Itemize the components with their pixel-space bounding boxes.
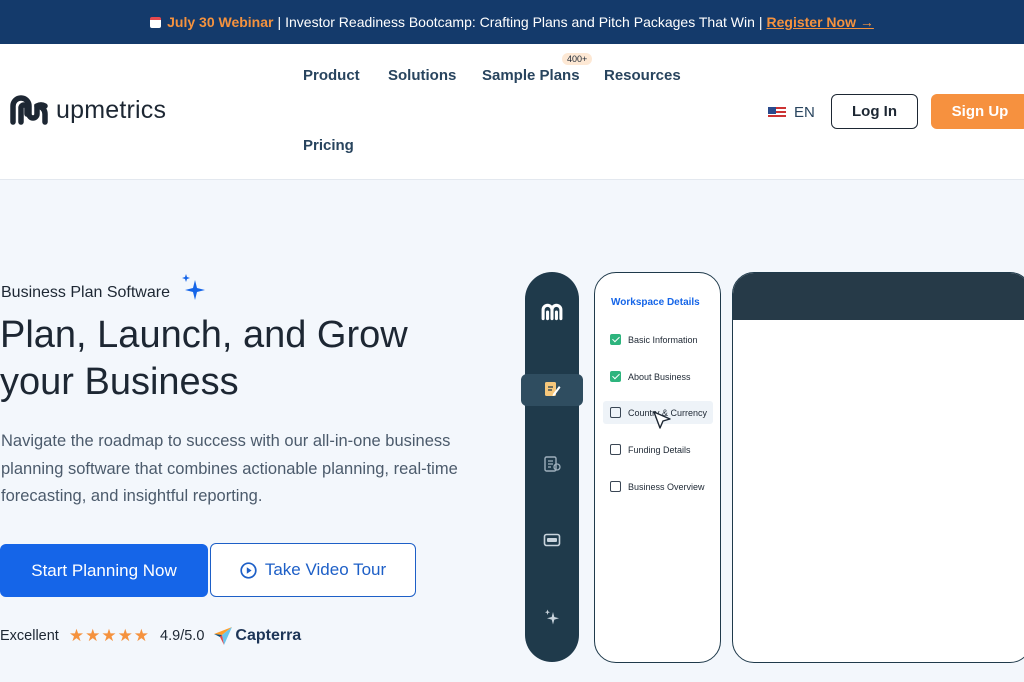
sparkle-icon (182, 274, 205, 300)
app-sidebar-rail (521, 272, 583, 662)
step-about-business[interactable]: About Business (610, 371, 691, 382)
rail-item-ai[interactable] (525, 609, 579, 625)
step-business-overview[interactable]: Business Overview (610, 481, 705, 492)
nav-product[interactable]: Product (303, 67, 360, 84)
capterra-text: Capterra (235, 627, 302, 644)
register-now-link[interactable]: Register Now → (767, 14, 874, 30)
announcement-text: Investor Readiness Bootcamp: Crafting Pl… (285, 14, 755, 30)
card-icon (543, 533, 561, 547)
nav-sample-plans[interactable]: Sample Plans (482, 67, 580, 84)
language-label: EN (794, 104, 815, 121)
rating-label: Excellent (0, 628, 59, 644)
calendar-icon (150, 16, 162, 28)
signup-button[interactable]: Sign Up (931, 94, 1024, 129)
checkbox-empty-icon (610, 444, 621, 455)
announcement-date: July 30 Webinar (167, 14, 274, 30)
mouse-cursor-icon (653, 411, 671, 429)
rail-item-documents[interactable] (525, 455, 579, 473)
start-planning-button[interactable]: Start Planning Now (0, 544, 208, 597)
nav-solutions[interactable]: Solutions (388, 67, 456, 84)
step-label: Funding Details (628, 444, 691, 455)
hero-title: Plan, Launch, and Grow your Business (0, 314, 408, 403)
workspace-details-panel: Workspace Details Basic Information Abou… (594, 272, 721, 663)
us-flag-icon (768, 106, 786, 119)
rail-logo (525, 302, 579, 322)
editor-preview-panel (732, 272, 1024, 663)
logo[interactable]: upmetrics (8, 92, 166, 128)
sample-plans-badge: 400+ (562, 53, 593, 65)
edit-document-icon (545, 382, 561, 396)
rail-item-cards[interactable] (525, 532, 579, 548)
play-circle-icon (240, 561, 257, 579)
video-tour-label: Take Video Tour (264, 560, 387, 579)
nav-pricing[interactable]: Pricing (303, 137, 354, 154)
checkbox-checked-icon (610, 334, 621, 345)
panel-title: Workspace Details (611, 297, 700, 308)
step-label: About Business (628, 371, 691, 382)
capterra-icon (214, 627, 233, 645)
hero-description: Navigate the roadmap to success with our… (1, 432, 458, 505)
rating-row: Excellent ★★★★★ 4.9/5.0 Capterra (0, 626, 301, 646)
upmetrics-logo-icon (541, 303, 563, 321)
capterra-logo[interactable]: Capterra (214, 627, 301, 645)
editor-preview-header (733, 273, 1024, 320)
login-button[interactable]: Log In (831, 94, 918, 129)
rating-value: 4.9/5.0 (160, 628, 205, 644)
step-label: Business Overview (628, 481, 705, 492)
step-basic-information[interactable]: Basic Information (610, 334, 698, 345)
checkbox-checked-icon (610, 371, 621, 382)
document-list-icon (544, 456, 561, 472)
video-tour-button[interactable]: Take Video Tour (210, 543, 416, 597)
hero-eyebrow: Business Plan Software (1, 284, 170, 301)
star-rating-icon: ★★★★★ (68, 626, 151, 645)
checkbox-empty-icon (610, 481, 621, 492)
announcement-separator: | (277, 14, 282, 30)
nav-resources[interactable]: Resources (604, 67, 681, 84)
announcement-separator-2: | (758, 14, 763, 30)
sparkle-icon (545, 609, 559, 625)
language-selector[interactable]: EN (768, 104, 815, 121)
checkbox-empty-icon (610, 407, 621, 418)
rail-item-edit[interactable] (525, 380, 579, 398)
step-funding-details[interactable]: Funding Details (610, 444, 691, 455)
step-label: Basic Information (628, 334, 698, 345)
site-header: upmetrics Product Solutions Sample Plans… (0, 44, 1024, 180)
logo-text: upmetrics (56, 95, 167, 124)
announcement-bar: July 30 Webinar | Investor Readiness Boo… (0, 0, 1024, 44)
upmetrics-logo-icon (10, 95, 48, 125)
